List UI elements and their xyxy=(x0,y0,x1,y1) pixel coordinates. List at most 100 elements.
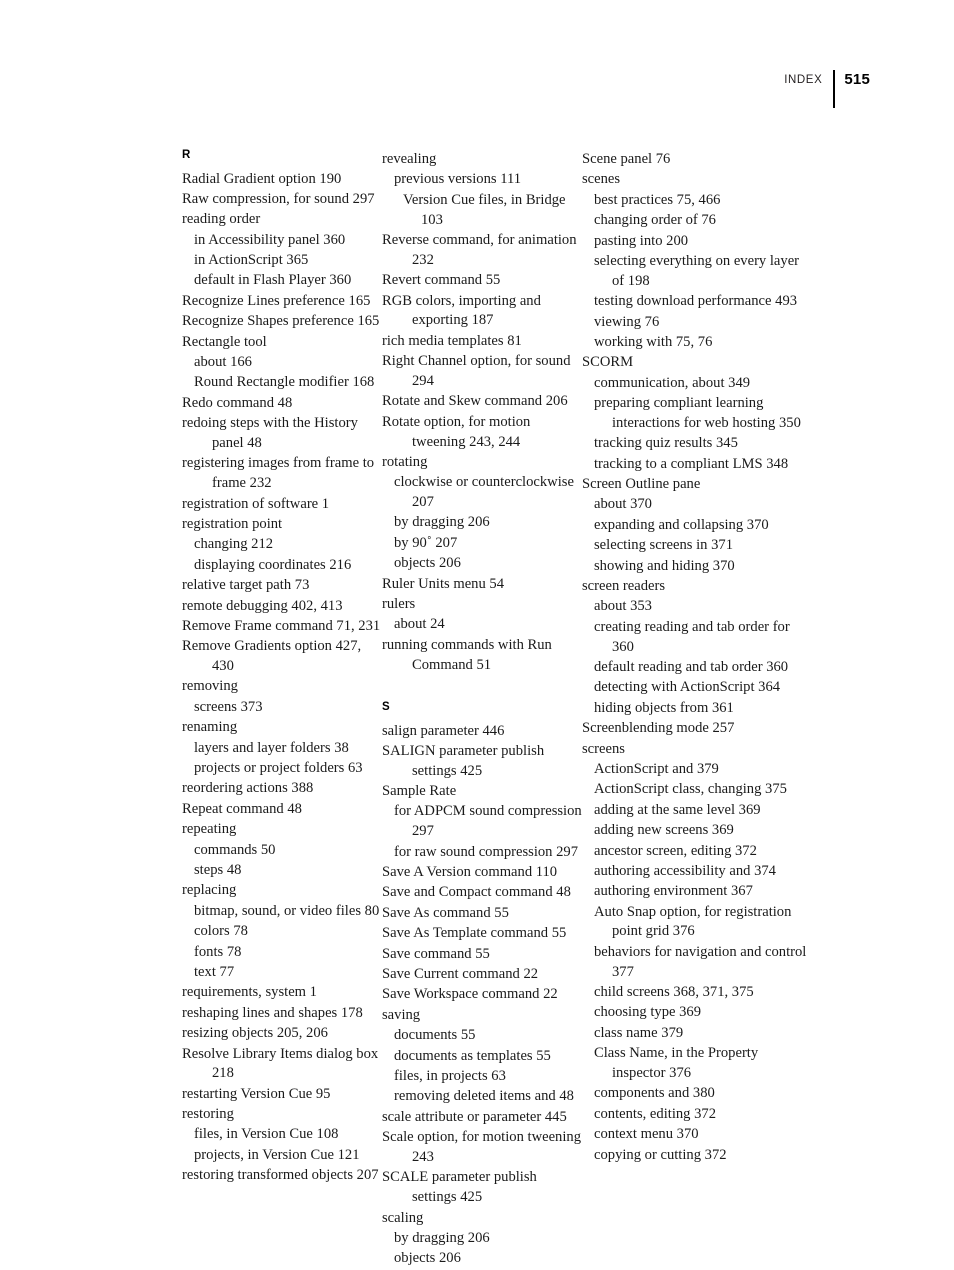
index-subentry: by dragging 206 xyxy=(394,1229,490,1246)
index-column-1: R Radial Gradient option 190 Raw compressi… xyxy=(182,149,382,1270)
index-subentry: showing and hiding 370 xyxy=(594,557,735,574)
index-entry: restoring xyxy=(182,1106,234,1123)
index-entry: saving xyxy=(382,1006,421,1023)
index-subentry: expanding and collapsing 370 xyxy=(594,516,769,533)
index-subentry: about 24 xyxy=(394,616,445,633)
index-subentry: in ActionScript 365 xyxy=(194,252,309,269)
index-entry: SCORM xyxy=(582,354,634,371)
index-entry: rotating xyxy=(382,453,428,470)
index-entry: Scale option, for motion tweening 243 xyxy=(382,1129,582,1165)
index-subentry: documents 55 xyxy=(394,1027,476,1044)
index-subentry: in Accessibility panel 360 xyxy=(194,231,346,248)
index-entry: renaming xyxy=(182,719,238,736)
index-subentry: previous versions 111 xyxy=(394,171,522,188)
index-subentry: selecting screens in 371 xyxy=(594,537,734,554)
index-entry: registering images from frame to frame 2… xyxy=(182,455,375,492)
index-entry: Save and Compact command 48 xyxy=(382,884,571,901)
index-entry: Resolve Library Items dialog box 218 xyxy=(182,1045,379,1082)
index-entry: Screenblending mode 257 xyxy=(582,720,735,737)
index-entry: scaling xyxy=(382,1209,424,1226)
index-subentry: layers and layer folders 38 xyxy=(194,739,349,756)
index-subentry: ActionScript and 379 xyxy=(594,760,719,777)
index-subentry: removing deleted items and 48 xyxy=(394,1088,574,1105)
index-subentry: behaviors for navigation and control 377 xyxy=(594,943,807,980)
index-entry: rich media templates 81 xyxy=(382,332,522,349)
index-subentry: projects or project folders 63 xyxy=(194,760,363,777)
index-entry: screen readers xyxy=(582,578,666,595)
index-subentry: changing order of 76 xyxy=(594,212,716,229)
index-entry: reshaping lines and shapes 178 xyxy=(182,1004,363,1021)
index-entry: repeating xyxy=(182,821,237,838)
index-entry: Remove Frame command 71, 231 xyxy=(182,617,381,634)
index-subentry: projects, in Version Cue 121 xyxy=(194,1146,360,1163)
index-subentry: commands 50 xyxy=(194,841,276,858)
index-subentry: authoring environment 367 xyxy=(594,883,753,900)
index-subentry: files, in Version Cue 108 xyxy=(194,1126,339,1143)
index-subentry: about 370 xyxy=(594,496,652,513)
index-entry: removing xyxy=(182,678,238,695)
index-entry: reading order xyxy=(182,211,261,228)
index-subentry: child screens 368, 371, 375 xyxy=(594,984,754,1001)
index-entry: scenes xyxy=(582,171,621,188)
index-subentry: creating reading and tab order for 360 xyxy=(594,618,790,655)
index-subentry: text 77 xyxy=(194,963,235,980)
index-entry: Save A Version command 110 xyxy=(382,864,558,881)
index-entry: Repeat command 48 xyxy=(182,800,302,817)
index-subentry: colors 78 xyxy=(194,923,248,940)
index-subentry: about 166 xyxy=(194,354,252,371)
index-subentry: steps 48 xyxy=(194,862,242,878)
index-entry: Sample Rate xyxy=(382,783,457,800)
index-entry: remote debugging 402, 413 xyxy=(182,597,343,614)
index-entry: Save Workspace command 22 xyxy=(382,986,558,1003)
index-subentry: objects 206 xyxy=(394,555,461,572)
index-subentry: hiding objects from 361 xyxy=(594,699,734,716)
index-entry: reordering actions 388 xyxy=(182,780,314,797)
index-entry: restarting Version Cue 95 xyxy=(182,1085,331,1102)
header-label: INDEX xyxy=(784,74,823,86)
index-entry: Save Current command 22 xyxy=(382,966,539,982)
index-entry: SALIGN parameter publish settings 425 xyxy=(382,742,545,779)
index-entry: Revert command 55 xyxy=(382,272,501,289)
index-subentry: documents as templates 55 xyxy=(394,1047,551,1064)
index-entry: salign parameter 446 xyxy=(382,722,505,739)
index-entry: SCALE parameter publish settings 425 xyxy=(382,1169,537,1206)
index-subentry: by dragging 206 xyxy=(394,514,490,531)
index-subentry: default reading and tab order 360 xyxy=(594,658,789,675)
index-subentry: files, in projects 63 xyxy=(394,1067,506,1084)
index-subentry: clockwise or counterclockwise 207 xyxy=(394,474,574,511)
index-subentry: selecting everything on every layer of 1… xyxy=(594,252,800,289)
index-subentry: Auto Snap option, for registration point… xyxy=(594,903,792,940)
index-subentry: displaying coordinates 216 xyxy=(194,556,352,573)
index-entry: scale attribute or parameter 445 xyxy=(382,1108,567,1125)
index-subentry: copying or cutting 372 xyxy=(594,1146,727,1163)
index-entry: restoring transformed objects 207 xyxy=(182,1167,379,1184)
index-subentry: ancestor screen, editing 372 xyxy=(594,842,757,859)
index-entry: resizing objects 205, 206 xyxy=(182,1025,328,1042)
index-subentry: choosing type 369 xyxy=(594,1004,702,1021)
index-subentry: preparing compliant learning interaction… xyxy=(594,395,801,431)
index-subentry: tracking to a compliant LMS 348 xyxy=(594,455,789,472)
index-subentry: ActionScript class, changing 375 xyxy=(594,781,787,798)
index-entry: Save As Template command 55 xyxy=(382,925,567,942)
index-subentry: tracking quiz results 345 xyxy=(594,435,738,452)
index-subentry: best practices 75, 466 xyxy=(594,191,721,208)
index-entry: revealing xyxy=(382,151,437,167)
index-subentry: viewing 76 xyxy=(594,313,660,330)
index-entry: Ruler Units menu 54 xyxy=(382,575,505,592)
index-entry: Rectangle tool xyxy=(182,333,267,350)
index-entry: Raw compression, for sound 297 xyxy=(182,190,375,207)
index-subentry: by 90˚ 207 xyxy=(394,534,458,551)
index-column-3: Scene panel 76 scenes best practices 75, 4… xyxy=(582,150,812,1270)
index-entry: RGB colors, importing and exporting 187 xyxy=(382,292,541,329)
index-entry: requirements, system 1 xyxy=(182,984,317,1001)
index-entry: registration of software 1 xyxy=(182,495,330,512)
index-letter-heading: S xyxy=(382,701,390,713)
index-subentry: for raw sound compression 297 xyxy=(394,843,579,860)
index-letter-heading: R xyxy=(182,149,191,161)
index-subentry: communication, about 349 xyxy=(594,374,751,391)
index-entry: Save command 55 xyxy=(382,945,490,962)
index-entry: Screen Outline pane xyxy=(582,476,701,493)
index-subentry: Round Rectangle modifier 168 xyxy=(194,374,375,391)
index-subentry: working with 75, 76 xyxy=(594,333,713,350)
index-subentry: changing 212 xyxy=(194,536,274,553)
